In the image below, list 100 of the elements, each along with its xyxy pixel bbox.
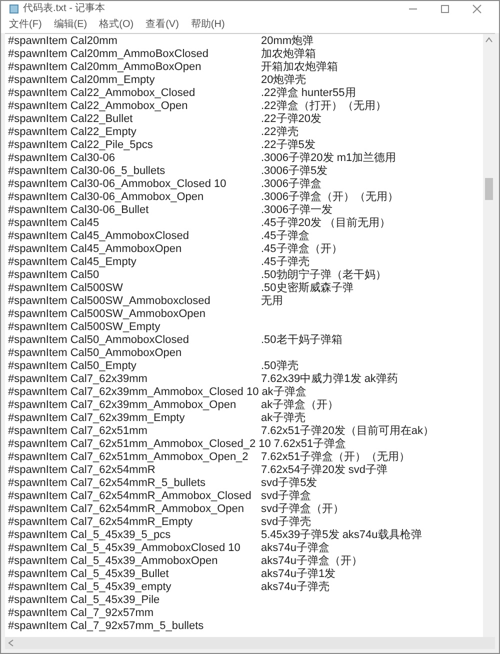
window-title: 代码表.txt - 记事本 [23, 4, 106, 14]
code-line: #spawnItem Cal22_Pile_5pcs [8, 139, 154, 152]
code-line: #spawnItem Cal22_Ammobox_Closed [8, 87, 196, 100]
code-line: #spawnItem Cal_5_45x39_Bullet [8, 568, 170, 581]
code-line: #spawnItem Cal22_Empty [8, 126, 138, 139]
description-text: .3006子弹5发 [261, 165, 328, 178]
code-line: #spawnItem Cal_7_92x57mm [8, 607, 155, 620]
code-line: #spawnItem Cal_5_45x39_5_pcs [8, 529, 172, 542]
menu-item[interactable]: 文件(F) [9, 20, 42, 30]
scroll-up-icon [485, 36, 493, 44]
code-line: #spawnItem Cal_7_92x57mm_5_bullets [8, 620, 205, 633]
code-line: #spawnItem Cal_5_45x39_AmmoboxClosed 10 [8, 542, 242, 555]
menu-item[interactable]: 格式(O) [99, 20, 134, 30]
code-line: #spawnItem Cal30-06_Bullet [8, 204, 150, 217]
code-line: #spawnItem Cal_5_45x39_empty [8, 581, 172, 594]
code-line: #spawnItem Cal500SW [8, 282, 124, 295]
description-text: aks74u子弹盒（开） [261, 555, 362, 568]
code-line: #spawnItem Cal7_62x54mmR_Ammobox_Closed [8, 490, 252, 503]
code-line: #spawnItem Cal500SW_Ammoboxclosed [8, 295, 212, 308]
description-text: .3006子弹一发 [261, 204, 333, 217]
menu-item[interactable]: 帮助(H) [190, 20, 225, 30]
description-text: .3006子弹盒 [261, 178, 322, 191]
description-text: .22弹壳 [261, 126, 298, 139]
description-text: 7.62x51子弹20发（目前可用在ak） [261, 425, 434, 438]
code-line: #spawnItem Cal7_62x54mmR_Empty [8, 516, 194, 529]
description-text: 7.62x51子弹盒（开）（无用） [261, 451, 410, 464]
code-line: #spawnItem Cal30-06_Ammobox_Open [8, 191, 205, 204]
description-text: .50弹壳 [261, 360, 298, 373]
close-icon [472, 4, 482, 14]
code-line: #spawnItem Cal500SW_AmmoboxOpen [8, 308, 206, 321]
description-text: 20炮弹壳 [261, 74, 306, 87]
code-line: #spawnItem Cal45 [8, 217, 100, 230]
code-line: #spawnItem Cal22_Ammobox_Open [8, 100, 189, 113]
code-line: #spawnItem Cal20mm_AmmoBoxOpen [8, 61, 202, 74]
description-text: aks74u子弹1发 [261, 568, 336, 581]
description-text: .22子弹5发 [261, 139, 316, 152]
code-line: #spawnItem Cal7_62x39mm_Ammobox_Closed 10 [8, 386, 260, 399]
code-line: #spawnItem Cal7_62x54mmR_5_bullets [8, 477, 206, 490]
code-line: #spawnItem Cal7_62x39mm [8, 373, 148, 386]
code-line: #spawnItem Cal50 [8, 269, 100, 282]
description-text: svd子弹壳 [261, 516, 312, 529]
scrollbar-thumb[interactable] [485, 178, 493, 200]
code-line: #spawnItem Cal_5_45x39_AmmoboxOpen [8, 555, 219, 568]
code-line: #spawnItem Cal50_AmmoboxOpen [8, 347, 183, 360]
description-text: .45子弹20发 （目前无用） [261, 217, 391, 230]
code-line: #spawnItem Cal7_62x54mmR [8, 464, 156, 477]
description-text: .22弹盒 hunter55用 [261, 87, 356, 100]
scroll-left-icon [7, 639, 15, 647]
description-text: ak子弹盒 [262, 386, 306, 399]
code-line: #spawnItem Cal500SW_Empty [8, 321, 162, 334]
code-line: #spawnItem Cal7_62x51mm [8, 425, 148, 438]
code-line: #spawnItem Cal7_62x51mm_Ammobox_Closed_2 10 [8, 438, 272, 451]
notepad-icon [9, 4, 19, 14]
description-text: .50老干妈子弹箱 [261, 334, 342, 347]
code-line: #spawnItem Cal7_62x51mm_Ammobox_Open_2 [8, 451, 250, 464]
description-text: .3006子弹盒（开）（无用） [261, 191, 399, 204]
description-text: .50勃朗宁子弹（老干妈） [261, 269, 386, 282]
code-line: #spawnItem Cal45_AmmoboxOpen [8, 243, 183, 256]
code-line: #spawnItem Cal20mm [8, 35, 118, 48]
code-line: #spawnItem Cal7_62x39mm_Empty [8, 412, 186, 425]
description-text: ak子弹壳 [261, 412, 306, 425]
menu-item[interactable]: 查看(V) [146, 20, 179, 30]
code-line: #spawnItem Cal20mm_Empty [8, 74, 156, 87]
code-line: #spawnItem Cal7_62x39mm_Ammobox_Open [8, 399, 238, 412]
menu-item[interactable]: 编辑(E) [54, 20, 88, 30]
code-line: #spawnItem Cal30-06_Ammobox_Closed 10 [8, 178, 228, 191]
code-line: #spawnItem Cal30-06_5_bullets [8, 165, 166, 178]
description-text: .50史密斯威森子弹 [261, 282, 354, 295]
description-text: aks74u子弹壳 [261, 581, 330, 594]
description-text: 7.62x54子弹20发 svd子弹 [261, 464, 388, 477]
vertical-scrollbar[interactable] [483, 34, 495, 637]
code-line: #spawnItem Cal45_AmmoboxClosed [8, 230, 190, 243]
description-text: .3006子弹20发 m1加兰德用 [261, 152, 396, 165]
code-line: #spawnItem Cal30-06 [8, 152, 116, 165]
maximize-icon [440, 4, 450, 14]
description-text: svd子弹盒（开） [261, 503, 344, 516]
description-text: .45子弹盒（开） [261, 243, 342, 256]
description-text: 无用 [261, 295, 283, 308]
code-line: #spawnItem Cal50_AmmoboxClosed [8, 334, 190, 347]
code-line: #spawnItem Cal22_Bullet [8, 113, 134, 126]
description-text: .22弹盒（打开）（无用） [261, 100, 386, 113]
description-text: svd子弹盒 [261, 490, 312, 503]
description-text: 20mm炮弹 [261, 35, 314, 48]
description-text: .22子弹20发 [261, 113, 322, 126]
description-text: aks74u子弹盒 [261, 542, 330, 555]
code-line: #spawnItem Cal7_62x54mmR_Ammobox_Open [8, 503, 246, 516]
code-line: #spawnItem Cal_5_45x39_Pile [8, 594, 161, 607]
description-text: 5.45x39子弹5发 aks74u载具枪弹 [261, 529, 422, 542]
description-text: .45子弹盒 [261, 230, 310, 243]
code-line: #spawnItem Cal45_Empty [8, 256, 138, 269]
description-text: 7.62x39中威力弹1发 ak弹药 [261, 373, 398, 386]
description-text: .45子弹壳 [261, 256, 310, 268]
description-text: 7.62x51子弹盒 [274, 438, 346, 451]
code-line: #spawnItem Cal50_Empty [8, 360, 138, 373]
description-text: 开箱加农炮弹箱 [261, 61, 338, 74]
code-line: #spawnItem Cal20mm_AmmoBoxClosed [8, 48, 210, 61]
description-text: svd子弹5发 [261, 477, 318, 490]
description-text: ak子弹盒（开） [261, 399, 339, 412]
horizontal-scrollbar[interactable] [5, 637, 495, 649]
description-text: 加农炮弹箱 [261, 48, 316, 61]
